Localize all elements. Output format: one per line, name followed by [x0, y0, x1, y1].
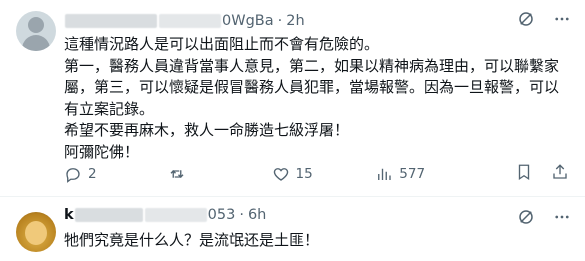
more-dots-icon[interactable] — [553, 10, 571, 28]
reply-count: 2 — [88, 166, 97, 182]
retweet-action[interactable] — [168, 165, 272, 183]
post-text-line: 這種情況路人是可以出面阻止而不會有危險的。 — [64, 35, 380, 53]
post-1-text: 這種情況路人是可以出面阻止而不會有危險的。 第一，醫務人員違背當事人意見，第二，… — [64, 34, 569, 163]
post-time[interactable]: 2h — [286, 13, 304, 29]
reply-bubble-icon — [66, 168, 80, 183]
views-bars-icon — [378, 168, 391, 180]
handle-suffix[interactable]: 053 — [208, 207, 236, 223]
post-text-line: 第一，醫務人員違背當事人意見，第二，如果以精神病為理由，可以聯繫家屬，第三，可以… — [64, 56, 560, 118]
avatar-custom[interactable] — [16, 212, 56, 252]
reply-action[interactable]: 2 — [64, 165, 168, 183]
like-action[interactable]: 15 — [272, 165, 376, 183]
redacted-handle — [144, 208, 207, 222]
post-text-line: 牠們究竟是什么人？是流氓还是土匪！ — [64, 231, 320, 249]
slash-circle-icon[interactable] — [517, 208, 535, 226]
retweet-icon — [170, 170, 184, 178]
post-1-action-bar: 2 15 577 — [64, 164, 569, 184]
reply-post-2[interactable]: k 053 · 6h 牠們究竟是什么人？是流氓还是土匪！ — [0, 196, 585, 261]
views-action[interactable]: 577 — [375, 165, 515, 183]
redacted-handle — [159, 14, 221, 28]
post-1-top-right-icons — [517, 10, 571, 28]
share-icon[interactable] — [551, 163, 569, 185]
post-2-text: 牠們究竟是什么人？是流氓还是土匪！ — [64, 230, 569, 252]
post-1-header: 0WgBa · 2h — [64, 12, 305, 30]
bookmark-icon[interactable] — [515, 163, 533, 185]
post-text-line: 希望不要再麻木，救人一命勝造七級浮屠！ — [64, 121, 350, 139]
post-1-right-actions — [515, 163, 569, 185]
views-count: 577 — [399, 166, 426, 182]
reply-post-1[interactable]: 0WgBa · 2h 這種情況路人是可以出面阻止而不會有危險的。 第一，醫務人員… — [0, 0, 585, 196]
avatar-head-shape — [28, 17, 44, 33]
slash-circle-icon[interactable] — [517, 10, 535, 28]
avatar-body-shape — [22, 35, 50, 51]
post-text-line: 阿彌陀佛！ — [64, 142, 140, 161]
post-2-header: k 053 · 6h — [64, 206, 266, 224]
redacted-display-name — [74, 208, 143, 222]
heart-icon — [273, 168, 288, 181]
avatar-default[interactable] — [16, 11, 56, 51]
handle-suffix[interactable]: 0WgBa — [222, 13, 274, 29]
separator-dot: · — [277, 13, 283, 29]
post-2-top-right-icons — [517, 208, 571, 226]
like-count: 15 — [295, 166, 313, 182]
avatar-face-shape — [25, 221, 47, 245]
more-dots-icon[interactable] — [553, 208, 571, 226]
post-time[interactable]: 6h — [248, 207, 266, 223]
display-name[interactable]: k — [64, 207, 74, 223]
redacted-display-name — [65, 14, 157, 28]
separator-dot: · — [239, 207, 244, 223]
